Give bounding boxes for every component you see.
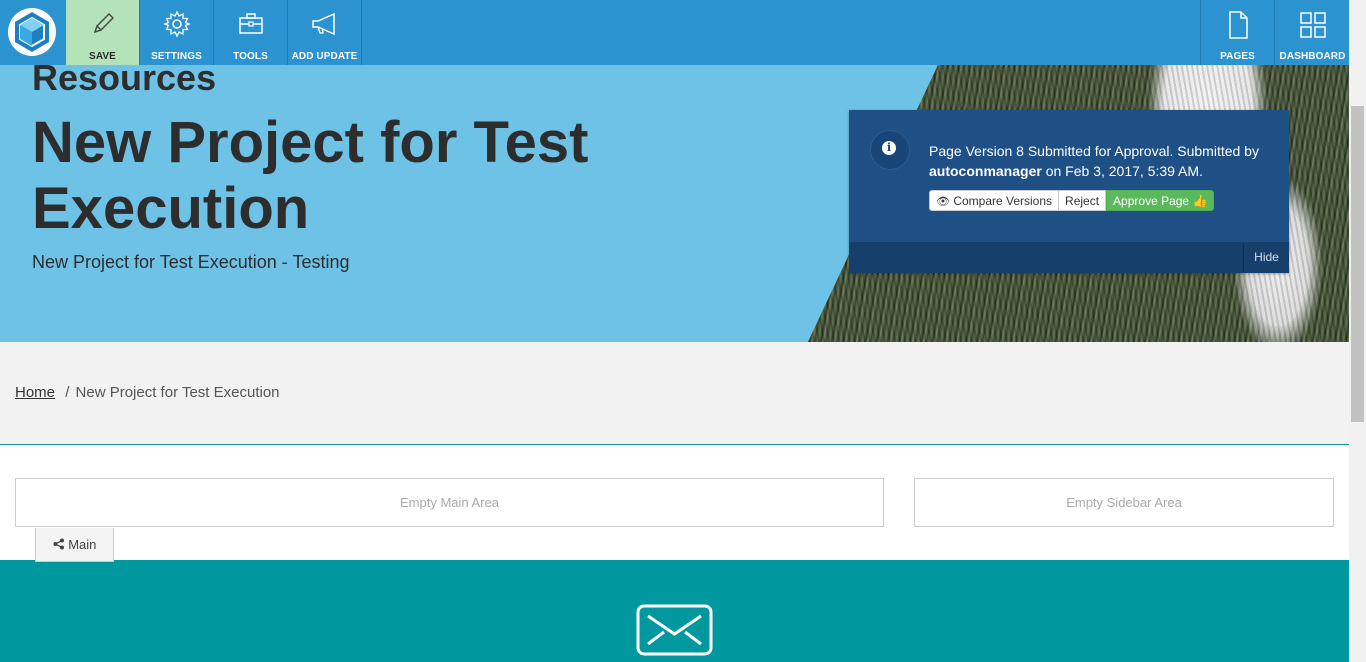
dashboard-label: DASHBOARD	[1279, 51, 1346, 62]
main-area-tab-label: Main	[68, 537, 97, 552]
logo[interactable]	[0, 0, 65, 65]
breadcrumb: Home / New Project for Test Execution	[15, 384, 280, 401]
approve-page-label: Approve Page	[1113, 194, 1190, 208]
approval-user: autoconmanager	[929, 163, 1042, 179]
pages-label: PAGES	[1220, 51, 1255, 62]
page-title: New Project for Test Execution	[32, 110, 589, 241]
tools-button[interactable]: TOOLS	[214, 0, 288, 65]
compare-versions-label: Compare Versions	[953, 194, 1053, 208]
eye-icon: 👁	[936, 196, 950, 208]
grid-icon	[1299, 12, 1326, 38]
hide-button[interactable]: Hide	[1243, 243, 1289, 272]
approval-panel-footer	[849, 242, 1289, 273]
tools-label: TOOLS	[233, 51, 268, 62]
share-icon	[53, 538, 64, 550]
info-icon: i	[882, 141, 896, 155]
approval-message-suffix: on Feb 3, 2017, 5:39 AM.	[1045, 163, 1203, 179]
dashboard-button[interactable]: DASHBOARD	[1274, 0, 1350, 65]
pages-button[interactable]: PAGES	[1200, 0, 1274, 65]
approval-message: Page Version 8 Submitted for Approval. S…	[929, 141, 1269, 181]
envelope-icon	[636, 604, 713, 656]
scrollbar-thumb[interactable]	[1351, 106, 1364, 422]
settings-label: SETTINGS	[151, 51, 202, 62]
empty-main-area[interactable]: Empty Main Area	[15, 478, 884, 527]
main-area-tab[interactable]: Main	[35, 528, 114, 562]
breadcrumb-current: New Project for Test Execution	[75, 384, 280, 401]
hexagon-logo-icon	[8, 8, 56, 56]
approve-page-button[interactable]: Approve Page 👍	[1106, 190, 1215, 211]
empty-sidebar-area[interactable]: Empty Sidebar Area	[914, 478, 1334, 527]
settings-button[interactable]: SETTINGS	[140, 0, 214, 65]
reject-label: Reject	[1065, 194, 1100, 208]
breadcrumb-separator: /	[65, 384, 70, 401]
pencil-icon	[93, 13, 114, 34]
top-toolbar: SAVE SETTINGS TOOLS ADD UPDATE PAGES DAS…	[0, 0, 1349, 65]
add-update-button[interactable]: ADD UPDATE	[288, 0, 362, 65]
approval-actions: 👁 Compare Versions Reject Approve Page 👍	[929, 190, 1215, 211]
reject-button[interactable]: Reject	[1059, 190, 1107, 211]
gear-icon	[162, 10, 191, 38]
save-label: SAVE	[89, 51, 116, 62]
approval-message-prefix: Page Version 8 Submitted for Approval. S…	[929, 143, 1259, 159]
page-icon	[1228, 11, 1248, 39]
toolbox-icon	[238, 13, 263, 34]
compare-versions-button[interactable]: 👁 Compare Versions	[929, 190, 1060, 211]
megaphone-icon	[311, 12, 335, 36]
page-subtitle: New Project for Test Execution - Testing	[32, 252, 350, 272]
save-button[interactable]: SAVE	[66, 0, 140, 65]
add-update-label: ADD UPDATE	[291, 51, 358, 62]
thumbs-up-icon: 👍	[1192, 194, 1208, 208]
breadcrumb-home-link[interactable]: Home	[15, 384, 55, 401]
